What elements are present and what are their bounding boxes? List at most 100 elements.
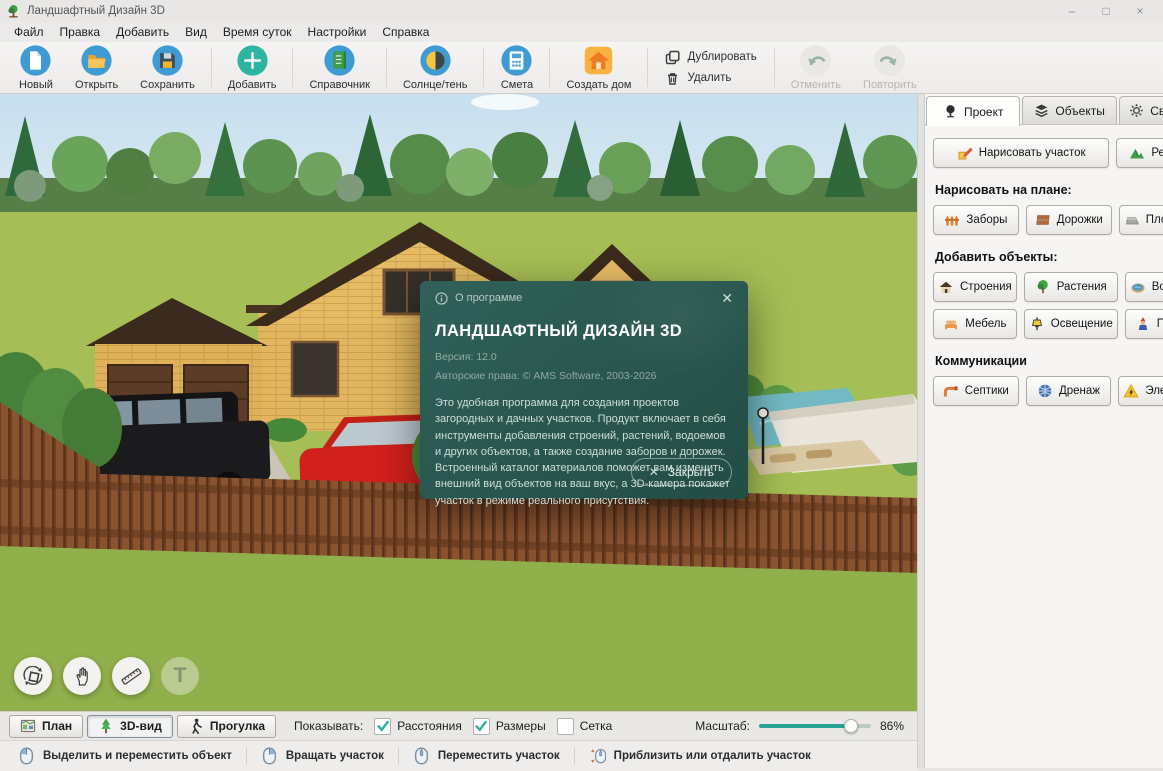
main-toolbar: НовыйОткрытьСохранитьДобавитьСправочникС…	[0, 42, 1163, 94]
ruler-tool-button[interactable]	[112, 657, 150, 695]
panel-draw-plot-button[interactable]: Нарисовать участок	[933, 138, 1109, 168]
menu-file[interactable]: Файл	[6, 25, 52, 39]
sun-shadow-icon	[419, 44, 452, 77]
toolbar-separator	[211, 48, 212, 87]
panel-buildings-button[interactable]: Строения	[933, 272, 1017, 302]
toolbar-reference-button[interactable]: Справочник	[298, 42, 381, 93]
misc-icon	[1135, 316, 1151, 332]
panel-relief-button[interactable]: Рельеф	[1116, 138, 1163, 168]
dialog-copyright: Авторские права: © AMS Software, 2003-20…	[435, 370, 733, 382]
add-plus-icon	[236, 44, 269, 77]
panel-tabs: ПроектОбъектыСвойства	[925, 94, 1163, 124]
tab-layers-icon	[1034, 103, 1049, 118]
panel-paths-button[interactable]: Дорожки	[1026, 205, 1112, 235]
toolbar-sun-shadow-button[interactable]: Солнце/тень	[392, 42, 479, 93]
panel-platforms-button[interactable]: Площадки	[1119, 205, 1163, 235]
toolbar-create-house-button[interactable]: Создать дом	[555, 42, 642, 93]
slider-knob[interactable]	[844, 719, 858, 733]
text-label-tool-button[interactable]: T	[161, 657, 199, 695]
toolbar-group-edit-object-group: Дублировать Удалить	[653, 42, 768, 93]
window-close-button[interactable]: ×	[1123, 1, 1157, 21]
section-communications: СептикиДренажЭлектрика	[933, 376, 1163, 406]
walk-person-icon	[188, 718, 204, 734]
new-file-icon	[19, 44, 52, 77]
panel-content: Нарисовать участокРельефНарисовать на пл…	[925, 124, 1163, 768]
panel-ponds-button[interactable]: Водоемы	[1125, 272, 1163, 302]
tab-tree-icon	[943, 104, 958, 119]
platform-icon	[1124, 212, 1140, 228]
scale-slider[interactable]	[759, 724, 871, 728]
checkbox-dimensions[interactable]: Размеры	[473, 718, 546, 735]
toolbar-group-estimate-group: Смета	[489, 42, 544, 93]
window-maximize-button[interactable]: □	[1089, 1, 1123, 21]
orbit-3d-icon	[23, 666, 44, 687]
delete-trash-icon	[665, 71, 680, 86]
checkbox-distances-box[interactable]	[374, 718, 391, 735]
panel-electric-button[interactable]: Электрика	[1118, 376, 1163, 406]
furniture-icon	[943, 316, 959, 332]
pan-hand-tool-button[interactable]	[63, 657, 101, 695]
status-bar: Выделить и переместить объектВращать уча…	[0, 740, 917, 771]
orbit-3d-tool-button[interactable]	[14, 657, 52, 695]
dialog-close-button[interactable]: ✕ Закрыть	[631, 458, 732, 486]
estimate-calculator-icon	[500, 44, 533, 77]
plant-icon	[1035, 279, 1051, 295]
toolbar-estimate-button[interactable]: Смета	[489, 42, 544, 93]
menu-time-of-day[interactable]: Время суток	[215, 25, 300, 39]
toolbar-save-button[interactable]: Сохранить	[129, 42, 206, 93]
panel-misc-button[interactable]: Прочее	[1125, 309, 1163, 339]
toolbar-add-button[interactable]: Добавить	[217, 42, 288, 93]
menu-settings[interactable]: Настройки	[300, 25, 375, 39]
path-icon	[1035, 212, 1051, 228]
panel-lighting-button[interactable]: Освещение	[1024, 309, 1118, 339]
dialog-close-icon[interactable]: ✕	[721, 291, 733, 305]
checkbox-grid-box[interactable]	[557, 718, 574, 735]
menu-view[interactable]: Вид	[177, 25, 215, 39]
viewport-tools: T	[14, 657, 199, 695]
view-mode-view-3d-button[interactable]: 3D-вид	[87, 715, 173, 738]
toolbar-delete-button[interactable]: Удалить	[665, 71, 756, 86]
tab-objects[interactable]: Объекты	[1022, 96, 1116, 124]
panel-fences-button[interactable]: Заборы	[933, 205, 1019, 235]
hint-rotate-plot: Вращать участок	[246, 747, 398, 765]
toolbar-open-button[interactable]: Открыть	[64, 42, 129, 93]
dialog-title: ЛАНДШАФТНЫЙ ДИЗАЙН 3D	[435, 322, 733, 341]
title-bar: Ландшафтный Дизайн 3D –□×	[0, 0, 1163, 22]
menu-help[interactable]: Справка	[374, 25, 437, 39]
toolbar-redo-button[interactable]: Повторить	[852, 42, 928, 93]
checkbox-grid[interactable]: Сетка	[557, 718, 613, 735]
panel-drainage-button[interactable]: Дренаж	[1026, 376, 1112, 406]
redo-icon	[873, 44, 906, 77]
toolbar-group-file-group: НовыйОткрытьСохранить	[8, 42, 206, 93]
viewport-3d[interactable]: О программе ✕ ЛАНДШАФТНЫЙ ДИЗАЙН 3D Верс…	[0, 94, 917, 711]
toolbar-separator	[386, 48, 387, 87]
view-mode-walk-button[interactable]: Прогулка	[177, 715, 276, 738]
toolbar-new-button[interactable]: Новый	[8, 42, 64, 93]
menu-add[interactable]: Добавить	[108, 25, 177, 39]
dialog-description: Это удобная программа для создания проек…	[435, 395, 733, 509]
info-icon	[435, 292, 448, 305]
ruler-icon	[121, 666, 142, 687]
show-label: Показывать:	[294, 719, 363, 733]
toolbar-separator	[774, 48, 775, 87]
toolbar-undo-button[interactable]: Отменить	[780, 42, 852, 93]
view-mode-plan-button[interactable]: План	[9, 715, 83, 738]
mouse-left-icon	[18, 747, 35, 765]
toolbar-group-history-group: ОтменитьПовторить	[780, 42, 928, 93]
toolbar-separator	[647, 48, 648, 87]
toolbar-duplicate-button[interactable]: Дублировать	[665, 50, 756, 65]
window-minimize-button[interactable]: –	[1055, 1, 1089, 21]
toolbar-group-sun-group: Солнце/тень	[392, 42, 479, 93]
checkbox-distances[interactable]: Расстояния	[374, 718, 462, 735]
tab-project[interactable]: Проект	[926, 96, 1020, 126]
panel-plants-button[interactable]: Растения	[1024, 272, 1118, 302]
checkbox-dimensions-box[interactable]	[473, 718, 490, 735]
slider-fill	[759, 724, 851, 728]
menu-edit[interactable]: Правка	[52, 25, 109, 39]
toolbar-group-reference-group: Справочник	[298, 42, 381, 93]
plan-map-icon	[20, 718, 36, 734]
panel-furniture-button[interactable]: Мебель	[933, 309, 1017, 339]
bottom-toolbar: План3D-видПрогулка Показывать: Расстояни…	[0, 711, 917, 740]
panel-septic-button[interactable]: Септики	[933, 376, 1019, 406]
tab-properties[interactable]: Свойства	[1119, 96, 1163, 124]
